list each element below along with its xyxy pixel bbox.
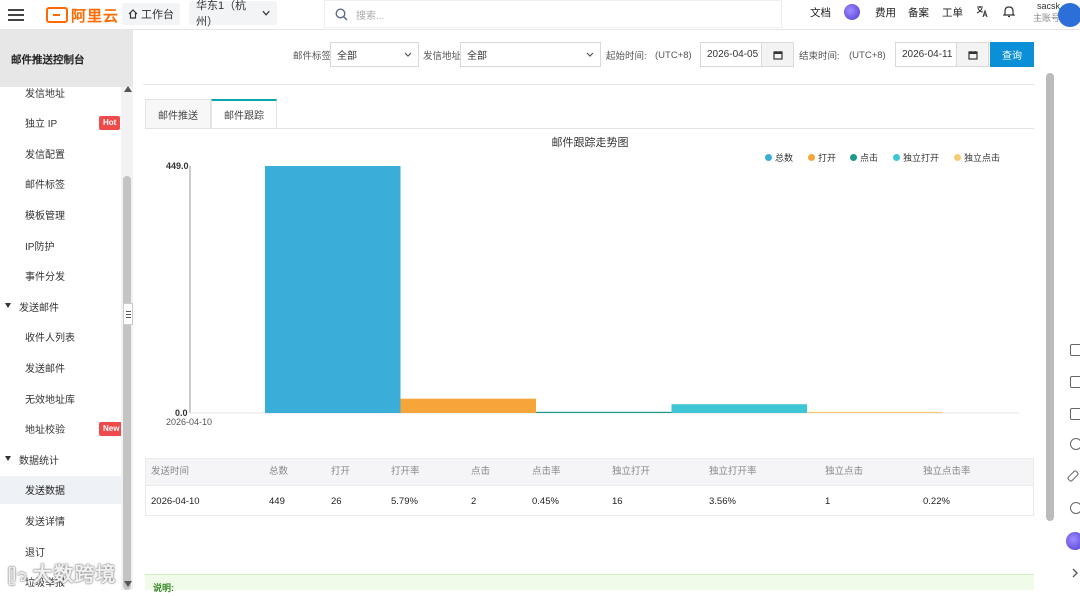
table-header-cell: 总数 [269, 466, 289, 477]
watermark: ᥫ᭡ 大数跨境 [8, 558, 116, 593]
chevron-right-icon[interactable] [1072, 568, 1079, 578]
table-cell: 1 [825, 496, 831, 507]
table-header-cell: 独立点击率 [923, 466, 971, 477]
headset-icon[interactable] [1070, 502, 1080, 514]
gear-icon[interactable] [1070, 438, 1080, 450]
table-cell: 3.56% [709, 496, 736, 507]
table-header-cell: 独立打开率 [709, 466, 757, 477]
y-tick-max: 449.0 [166, 161, 189, 171]
table-header-cell: 发送时间 [151, 466, 190, 477]
bar-0[interactable] [265, 166, 401, 413]
table-cell: 0.45% [532, 496, 559, 507]
table-header-cell: 独立打开 [612, 466, 651, 477]
table-header-cell: 点击 [471, 466, 491, 477]
watermark-text: 大数跨境 [32, 564, 117, 586]
table-header-cell: 独立点击 [825, 466, 864, 477]
table-header-cell: 打开 [331, 466, 351, 477]
bar-4[interactable] [807, 411, 943, 413]
bar-1[interactable] [400, 398, 537, 413]
table-header-cell: 打开率 [391, 466, 420, 477]
main-scrollbar[interactable] [1046, 73, 1054, 521]
bar-2[interactable] [536, 411, 672, 413]
table-header-cell: 点击率 [532, 466, 561, 477]
table-header-row: 发送时间 总数 打开 打开率 点击 点击率 独立打开 独立打开率 独立点击 独立点击率 [146, 459, 1033, 485]
table-cell: 16 [612, 496, 623, 507]
image-icon[interactable] [1070, 408, 1080, 420]
table-cell: 0.22% [923, 496, 950, 507]
watermark-logo-icon: ᥫ᭡ [8, 568, 29, 585]
table-cell: 449 [269, 496, 285, 507]
document-icon[interactable] [1070, 344, 1080, 356]
table-row: 2026-04-10 449 26 5.79% 2 0.45% 16 3.56% 1 0.22% [146, 485, 1033, 516]
table-cell: 2 [471, 496, 477, 507]
table-cell: 5.79% [391, 496, 418, 507]
bar-3[interactable] [671, 404, 808, 413]
ai-assistant-icon[interactable] [1066, 532, 1080, 550]
table-cell: 26 [331, 496, 342, 507]
x-tick-label: 2026-04-10 [166, 417, 213, 427]
note-section: 说明: [145, 574, 1034, 593]
table-cell: 2026-04-10 [151, 496, 200, 507]
stats-table: 发送时间 总数 打开 打开率 点击 点击率 独立打开 独立打开率 独立点击 独立点击率 2026-… [145, 458, 1034, 516]
clipboard-icon[interactable] [1070, 376, 1080, 388]
